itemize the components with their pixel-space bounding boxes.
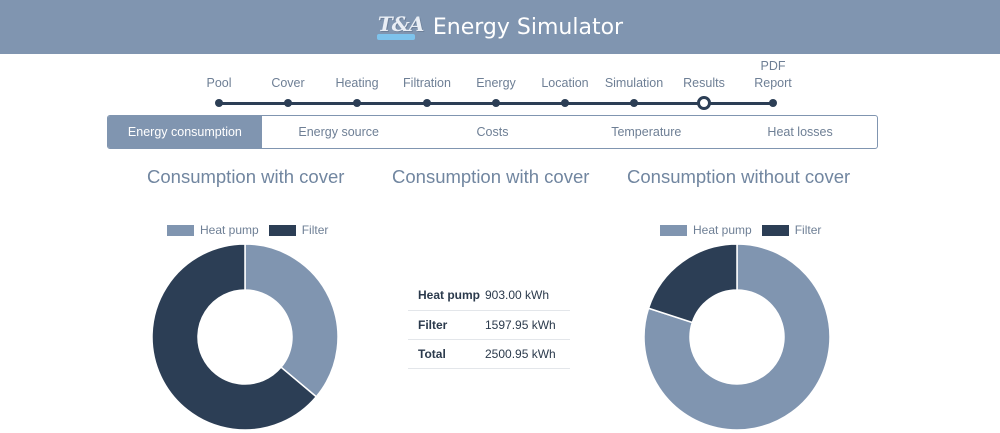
legend-swatch-filter	[268, 224, 296, 236]
progress-stepper: Pool Cover Heating Filtration Energy Loc…	[0, 59, 1000, 112]
table-row: Filter 1597.95 kWh	[408, 310, 570, 340]
step-heating[interactable]: Heating	[317, 64, 397, 112]
step-results[interactable]: Results	[664, 64, 744, 112]
donut-slice-filter[interactable]	[647, 243, 738, 324]
step-dot	[492, 99, 500, 107]
step-label: Filtration	[403, 76, 451, 90]
step-dot	[769, 99, 777, 107]
row-label: Filter	[408, 310, 485, 340]
consumption-summary-table: Heat pump 903.00 kWh Filter 1597.95 kWh …	[408, 281, 570, 369]
brand-logo: T&A	[376, 12, 424, 40]
legend-swatch-heat-pump	[167, 224, 194, 236]
step-label: Cover	[271, 76, 305, 90]
step-pool[interactable]: Pool	[179, 64, 259, 112]
legend-swatch-heat-pump	[660, 224, 687, 236]
step-dot	[561, 99, 569, 107]
left-panel-title: Consumption with cover	[147, 166, 345, 187]
legend-label-heat-pump[interactable]: Heat pump	[693, 223, 752, 237]
row-value: 903.00 kWh	[485, 281, 570, 311]
step-simulation[interactable]: Simulation	[594, 64, 674, 112]
row-value: 2500.95 kWh	[485, 339, 570, 369]
step-label: PDF Report	[754, 59, 792, 90]
step-label: Energy	[476, 76, 516, 90]
step-dot	[284, 99, 292, 107]
right-panel-title: Consumption without cover	[627, 166, 851, 187]
step-pdf-report[interactable]: PDF Report	[733, 59, 813, 112]
step-dot	[215, 99, 223, 107]
results-tabs: Energy consumption Energy source Costs T…	[107, 115, 878, 149]
left-legend: Heat pump Filter	[167, 223, 338, 237]
tab-heat-losses[interactable]: Heat losses	[723, 116, 877, 148]
app-title: Energy Simulator	[432, 14, 624, 40]
step-label: Pool	[206, 76, 232, 90]
step-location[interactable]: Location	[525, 64, 605, 112]
step-dot	[423, 99, 431, 107]
step-label: Location	[541, 76, 589, 90]
step-label: Results	[683, 76, 725, 90]
logo-wave	[376, 34, 415, 40]
left-donut-chart	[151, 243, 339, 431]
legend-label-filter[interactable]: Filter	[302, 223, 329, 237]
tab-energy-source[interactable]: Energy source	[262, 116, 416, 148]
app-header: T&A Energy Simulator	[0, 0, 1000, 54]
logo-text: T&A	[377, 12, 424, 36]
step-dot	[353, 99, 361, 107]
tab-energy-consumption[interactable]: Energy consumption	[108, 116, 262, 148]
step-dot-active	[697, 96, 711, 110]
legend-label-heat-pump[interactable]: Heat pump	[200, 223, 259, 237]
row-value: 1597.95 kWh	[485, 310, 570, 340]
legend-label-filter[interactable]: Filter	[795, 223, 822, 237]
middle-panel-title: Consumption with cover	[392, 166, 590, 187]
step-cover[interactable]: Cover	[248, 64, 328, 112]
step-filtration[interactable]: Filtration	[387, 64, 467, 112]
legend-swatch-filter	[761, 224, 789, 236]
table-row: Heat pump 903.00 kWh	[408, 281, 570, 311]
step-label: Heating	[335, 76, 379, 90]
tab-temperature[interactable]: Temperature	[569, 116, 723, 148]
right-donut-chart	[643, 243, 831, 431]
step-dot	[630, 99, 638, 107]
step-label: Simulation	[604, 76, 664, 90]
table-row: Total 2500.95 kWh	[408, 339, 570, 369]
tab-costs[interactable]: Costs	[416, 116, 570, 148]
row-label: Heat pump	[408, 281, 485, 311]
row-label: Total	[408, 339, 485, 369]
donut-slice-heat-pump[interactable]	[244, 243, 339, 398]
step-energy[interactable]: Energy	[456, 64, 536, 112]
right-legend: Heat pump Filter	[660, 223, 831, 237]
